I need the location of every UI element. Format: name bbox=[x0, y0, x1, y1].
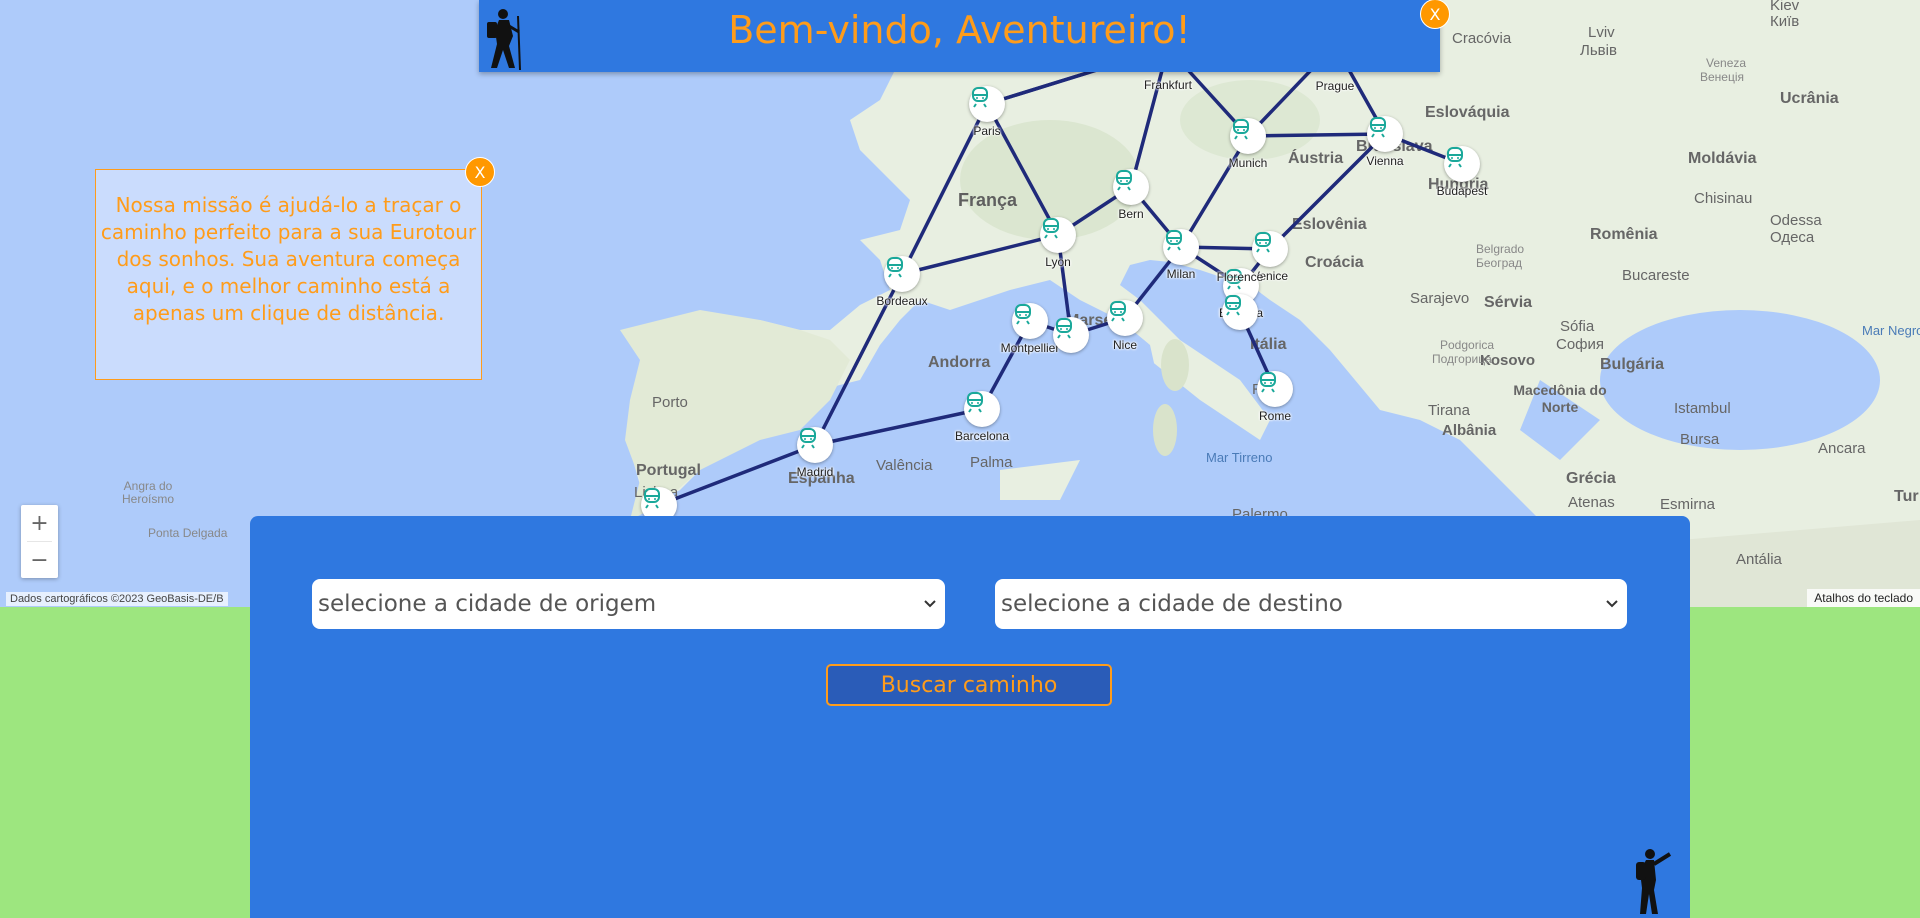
station-marker-lyon[interactable] bbox=[1040, 217, 1076, 253]
train-icon bbox=[1015, 304, 1031, 325]
station-marker-vienna[interactable] bbox=[1367, 116, 1403, 152]
train-icon bbox=[1447, 147, 1463, 168]
map-attribution[interactable]: Dados cartográficos ©2023 GeoBasis-DE/B bbox=[6, 592, 228, 606]
station-marker-venice[interactable] bbox=[1252, 231, 1288, 267]
train-icon bbox=[1225, 295, 1241, 316]
welcome-close-button[interactable]: X bbox=[1420, 0, 1450, 29]
route-vienna-venice bbox=[1268, 132, 1387, 251]
station-label-milan: Milan bbox=[1166, 267, 1196, 281]
train-icon bbox=[1110, 301, 1126, 322]
train-icon bbox=[887, 257, 903, 278]
station-label-bern: Bern bbox=[1118, 207, 1144, 221]
train-icon bbox=[1260, 372, 1276, 393]
mission-text: Nossa missão é ajudá-lo a traçar o camin… bbox=[100, 193, 477, 325]
station-marker-marseille[interactable] bbox=[1053, 317, 1089, 353]
station-label-madrid: Madrid bbox=[796, 465, 834, 479]
station-marker-milan[interactable] bbox=[1163, 229, 1199, 265]
station-label-frankfurt: Frankfurt bbox=[1143, 78, 1193, 92]
welcome-banner: Bem-vindo, Aventureiro! X bbox=[479, 0, 1450, 72]
station-marker-rome[interactable] bbox=[1257, 371, 1293, 407]
zoom-in-button[interactable]: + bbox=[21, 505, 58, 541]
chevron-down-icon bbox=[1606, 600, 1618, 608]
station-label-rome: Rome bbox=[1258, 409, 1292, 423]
train-icon bbox=[1043, 218, 1059, 239]
station-marker-bern[interactable] bbox=[1113, 169, 1149, 205]
station-marker-madrid[interactable] bbox=[797, 427, 833, 463]
origin-city-select[interactable]: selecione a cidade de origem bbox=[312, 579, 945, 629]
station-marker-paris[interactable] bbox=[969, 86, 1005, 122]
station-marker-nice[interactable] bbox=[1107, 300, 1143, 336]
train-icon bbox=[1056, 318, 1072, 339]
train-icon bbox=[967, 392, 983, 413]
station-label-florence: Florence bbox=[1216, 270, 1264, 284]
origin-select-text: selecione a cidade de origem bbox=[318, 591, 657, 617]
station-marker-montpellier[interactable] bbox=[1012, 303, 1048, 339]
train-icon bbox=[972, 87, 988, 108]
keyboard-shortcuts-link[interactable]: Atalhos do teclado bbox=[1807, 589, 1920, 607]
station-label-prague: Prague bbox=[1315, 79, 1355, 93]
station-label-paris: Paris bbox=[973, 124, 1001, 138]
destination-select-text: selecione a cidade de destino bbox=[1001, 591, 1343, 617]
welcome-title: Bem-vindo, Aventureiro! bbox=[728, 8, 1191, 52]
route-munich-vienna bbox=[1247, 132, 1386, 138]
zoom-control: + − bbox=[21, 505, 58, 578]
station-label-nice: Nice bbox=[1112, 338, 1138, 352]
mission-box: Nossa missão é ajudá-lo a traçar o camin… bbox=[95, 157, 495, 380]
route-madrid-lisbon bbox=[658, 443, 816, 507]
search-panel: selecione a cidade de origem selecione a… bbox=[250, 516, 1690, 918]
train-icon bbox=[1233, 119, 1249, 140]
station-marker-bordeaux[interactable] bbox=[884, 256, 920, 292]
station-marker-florence[interactable] bbox=[1222, 294, 1258, 330]
backpacker-icon bbox=[1632, 846, 1674, 918]
train-icon bbox=[644, 488, 660, 509]
chevron-down-icon bbox=[924, 600, 936, 608]
station-label-lyon: Lyon bbox=[1045, 255, 1071, 269]
station-marker-barcelona[interactable] bbox=[964, 391, 1000, 427]
station-label-munich: Munich bbox=[1228, 156, 1268, 170]
train-icon bbox=[1255, 232, 1271, 253]
station-marker-munich[interactable] bbox=[1230, 118, 1266, 154]
search-path-button[interactable]: Buscar caminho bbox=[826, 664, 1112, 706]
station-label-vienna: Vienna bbox=[1366, 154, 1404, 168]
station-label-montpellier: Montpellier bbox=[1000, 341, 1060, 355]
station-label-budapest: Budapest bbox=[1436, 184, 1488, 198]
train-icon bbox=[1370, 117, 1386, 138]
destination-city-select[interactable]: selecione a cidade de destino bbox=[995, 579, 1627, 629]
train-icon bbox=[1166, 230, 1182, 251]
route-munich-milan bbox=[1179, 135, 1250, 248]
route-lyon-bordeaux bbox=[901, 233, 1059, 276]
mission-close-button[interactable]: X bbox=[465, 157, 495, 187]
station-marker-budapest[interactable] bbox=[1444, 146, 1480, 182]
train-icon bbox=[800, 428, 816, 449]
zoom-out-button[interactable]: − bbox=[21, 542, 58, 578]
train-icon bbox=[1116, 170, 1132, 191]
station-label-barcelona: Barcelona bbox=[954, 429, 1010, 443]
station-label-bordeaux: Bordeaux bbox=[876, 294, 928, 308]
